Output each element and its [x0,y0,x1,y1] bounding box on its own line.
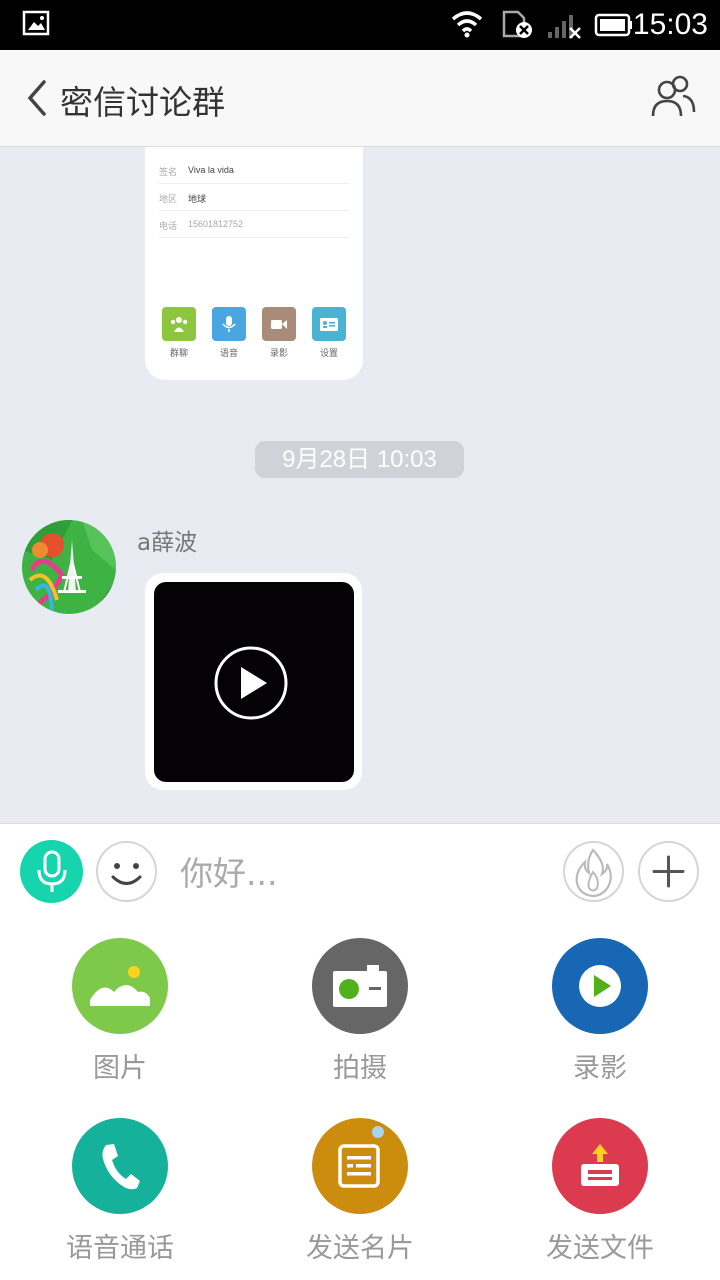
profile-row: 电话 15601812752 [159,211,349,238]
card-app-label: 群聊 [169,349,188,359]
panel-item-video[interactable]: 录影 [480,938,720,1085]
attachment-panel: 图片 拍摄 录影 语音通话 发送名片 发送文件 [0,920,720,1280]
panel-item-label: 拍摄 [333,1053,387,1084]
microphone-icon [37,850,66,892]
card-app-label: 录影 [269,349,288,359]
avatar[interactable] [22,520,116,614]
message-timestamp: 9月28日 10:03 [255,441,464,478]
panel-item-label: 发送文件 [546,1233,654,1264]
panel-item-label: 发送名片 [306,1233,414,1264]
panel-item-label: 录影 [573,1053,627,1084]
card-app-group-chat: 群聊 [162,307,196,359]
profile-row-value: Viva la vida [188,165,234,175]
wifi-icon [451,11,483,38]
microphone-icon [212,307,246,341]
video-message-bubble[interactable] [145,573,362,790]
sender-name: a薛波 [137,530,198,556]
video-record-icon [552,938,648,1034]
video-camera-icon [262,307,296,341]
profile-row-key: 地区 [159,194,178,204]
play-icon[interactable] [213,645,289,721]
panel-item-image[interactable]: 图片 [0,938,240,1085]
input-bar [0,823,720,921]
card-app-voice: 语音 [212,307,246,359]
chat-header: 密信讨论群 [0,50,720,147]
status-time: 15:03 [632,8,708,41]
chat-title: 密信讨论群 [60,83,225,122]
back-arrow-icon[interactable] [24,78,48,118]
more-button[interactable] [637,840,700,903]
battery-icon [594,13,632,37]
camera-icon [312,938,408,1034]
panel-item-label: 语音通话 [66,1233,174,1264]
card-app-label: 语音 [219,349,238,359]
signal-icon [548,15,581,39]
profile-row-key: 电话 [159,221,178,231]
panel-item-send-file[interactable]: 发送文件 [480,1118,720,1265]
message-input[interactable] [178,840,552,906]
chat-area[interactable]: 签名 Viva la vida 地区 地球 电话 15601812752 群聊 … [0,147,720,823]
phone-icon [72,1118,168,1214]
panel-item-voice-call[interactable]: 语音通话 [0,1118,240,1265]
emoji-button[interactable] [95,840,158,903]
panel-item-business-card[interactable]: 发送名片 [240,1118,480,1265]
image-icon [72,938,168,1034]
gallery-notification-icon [22,10,50,36]
profile-row-value: 15601812752 [188,219,244,229]
card-app-record: 录影 [262,307,296,359]
card-badge-dot [370,1124,386,1140]
burn-after-reading-button[interactable] [562,840,625,903]
group-chat-icon [162,307,196,341]
file-upload-icon [552,1118,648,1214]
business-card-icon [312,1118,408,1214]
status-bar: 15:03 [0,0,720,50]
profile-row: 签名 Viva la vida [159,157,349,184]
profile-row: 地区 地球 [159,184,349,211]
profile-row-key: 签名 [159,167,178,177]
voice-input-button[interactable] [20,840,83,903]
sim-error-icon [502,10,532,38]
video-thumbnail[interactable] [154,582,354,782]
card-app-label: 设置 [319,349,338,359]
panel-item-camera[interactable]: 拍摄 [240,938,480,1085]
id-card-icon [312,307,346,341]
panel-item-label: 图片 [93,1053,147,1084]
group-members-icon[interactable] [650,74,696,120]
card-app-settings: 设置 [312,307,346,359]
profile-card-image[interactable]: 签名 Viva la vida 地区 地球 电话 15601812752 群聊 … [145,147,363,380]
profile-row-value: 地球 [188,194,207,204]
